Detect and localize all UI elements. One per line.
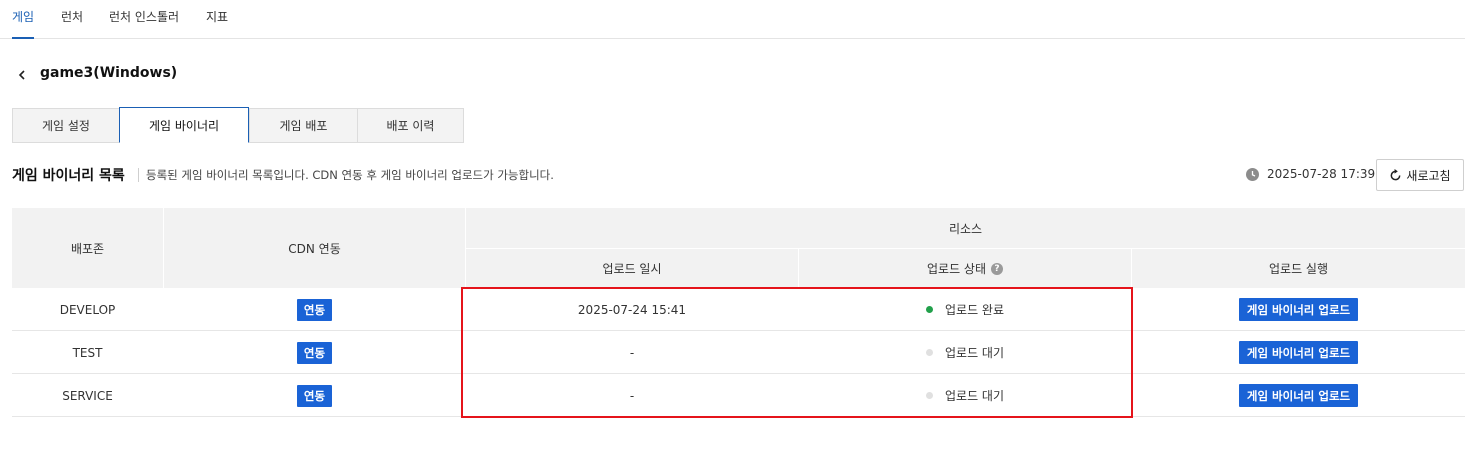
cdn-linked-badge: 연동 — [296, 341, 333, 364]
upload-binary-button[interactable]: 게임 바이너리 업로드 — [1238, 384, 1359, 407]
tab-game-binary[interactable]: 게임 바이너리 — [119, 107, 249, 143]
cdn-linked-badge: 연동 — [296, 298, 333, 321]
header-divider — [466, 248, 1465, 249]
cell-zone: SERVICE — [62, 388, 113, 403]
table-row: DEVELOP 연동 2025-07-24 15:41 업로드 완료 게임 바이… — [12, 288, 1465, 331]
cell-cdn: 연동 — [164, 288, 465, 331]
upload-binary-button[interactable]: 게임 바이너리 업로드 — [1238, 298, 1359, 321]
refresh-button[interactable]: 새로고침 — [1376, 159, 1464, 191]
topnav-item-launcher[interactable]: 런처 — [61, 8, 83, 39]
header-upload-status-label: 업로드 상태 — [926, 262, 986, 276]
header-cdn: CDN 연동 — [288, 241, 341, 256]
cell-upload-action: 게임 바이너리 업로드 — [1132, 374, 1465, 417]
cdn-linked-badge: 연동 — [296, 384, 333, 407]
header-divider — [798, 249, 799, 288]
tab-deploy-history[interactable]: 배포 이력 — [357, 108, 464, 143]
cell-upload-status: 업로드 대기 — [799, 374, 1131, 417]
last-updated-timestamp: 2025-07-28 17:39 — [1267, 167, 1376, 181]
cell-upload-status: 업로드 완료 — [799, 288, 1131, 331]
cell-upload-time: - — [629, 388, 635, 403]
page-title: game3(Windows) — [40, 65, 178, 81]
status-label: 업로드 완료 — [944, 303, 1004, 317]
refresh-icon — [1390, 168, 1401, 180]
topnav-item-metrics[interactable]: 지표 — [206, 8, 228, 39]
header-upload-time: 업로드 일시 — [602, 262, 662, 276]
header-divider — [163, 208, 164, 288]
status-dot — [925, 392, 933, 399]
status-label: 업로드 대기 — [944, 389, 1004, 403]
tab-game-settings[interactable]: 게임 설정 — [12, 108, 120, 143]
header-upload-action: 업로드 실행 — [1268, 262, 1328, 276]
binary-table: 배포존 CDN 연동 리소스 업로드 일시 업로드 상태 ? 업로드 실행 DE… — [12, 208, 1465, 418]
status-dot — [925, 349, 933, 356]
clock-icon — [1246, 168, 1259, 181]
section-title: 게임 바이너리 목록 — [12, 168, 125, 184]
status-dot — [925, 306, 933, 313]
table-header: 배포존 CDN 연동 리소스 업로드 일시 업로드 상태 ? 업로드 실행 — [12, 208, 1465, 288]
cell-upload-action: 게임 바이너리 업로드 — [1132, 288, 1465, 331]
cell-cdn: 연동 — [164, 374, 465, 417]
section-description: 등록된 게임 바이너리 목록입니다. CDN 연동 후 게임 바이너리 업로드가… — [146, 168, 554, 182]
table-row: TEST 연동 - 업로드 대기 게임 바이너리 업로드 — [12, 331, 1465, 374]
upload-binary-button[interactable]: 게임 바이너리 업로드 — [1238, 341, 1359, 364]
cell-zone: TEST — [72, 345, 103, 360]
top-nav: 게임 런처 런처 인스톨러 지표 — [0, 0, 1465, 39]
tab-game-deploy[interactable]: 게임 배포 — [249, 108, 358, 143]
section-divider — [138, 168, 139, 182]
cell-upload-time: - — [629, 345, 635, 360]
table-row: SERVICE 연동 - 업로드 대기 게임 바이너리 업로드 — [12, 374, 1465, 417]
cell-zone: DEVELOP — [59, 302, 116, 317]
status-label: 업로드 대기 — [944, 346, 1004, 360]
chevron-left-icon[interactable] — [14, 66, 30, 84]
header-resource: 리소스 — [948, 221, 983, 236]
header-divider — [1131, 249, 1132, 288]
cell-upload-action: 게임 바이너리 업로드 — [1132, 331, 1465, 374]
cell-cdn: 연동 — [164, 331, 465, 374]
cell-upload-time: 2025-07-24 15:41 — [577, 302, 687, 317]
cell-upload-status: 업로드 대기 — [799, 331, 1131, 374]
header-upload-status: 업로드 상태 ? — [799, 249, 1131, 288]
header-zone: 배포존 — [70, 241, 105, 256]
help-icon[interactable]: ? — [991, 262, 1003, 275]
topnav-item-game[interactable]: 게임 — [12, 8, 35, 39]
topnav-item-launcher-installer[interactable]: 런처 인스톨러 — [109, 8, 179, 39]
refresh-button-label: 새로고침 — [1406, 168, 1451, 183]
